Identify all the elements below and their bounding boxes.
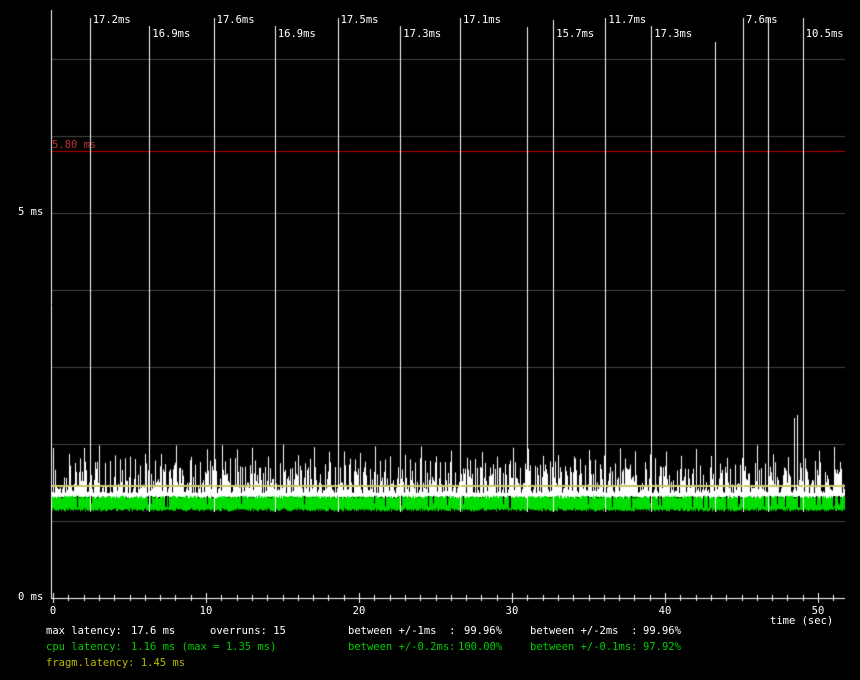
stat-text: fragm.latency: 1.45 ms <box>46 657 185 670</box>
x-tick-label: 20 <box>353 605 366 618</box>
stat-text: 1.16 ms (max = 1.35 ms) <box>131 641 276 654</box>
spike-label: 7.6ms <box>746 14 778 27</box>
y-axis-label-0ms: 0 ms <box>18 591 43 604</box>
spike-label: 10.5ms <box>806 28 844 41</box>
spike-label: 17.2ms <box>93 14 131 27</box>
stat-text: between +/-2ms : <box>530 625 637 638</box>
spike-label: 17.6ms <box>217 14 255 27</box>
stat-text: between +/-1ms : <box>348 625 455 638</box>
latency-test-window: 5 ms 0 ms 5.80 ms time (sec) 17.2ms16.9m… <box>0 0 860 680</box>
spike-label: 17.1ms <box>463 14 501 27</box>
stat-text: 99.96% <box>464 625 502 638</box>
stat-text: 97.92% <box>643 641 681 654</box>
stat-text: 99.96% <box>643 625 681 638</box>
threshold-line-label: 5.80 ms <box>52 139 96 152</box>
spike-label: 17.3ms <box>403 28 441 41</box>
spike-label: 16.9ms <box>278 28 316 41</box>
latency-chart-canvas <box>0 0 860 680</box>
stat-text: max latency: <box>46 625 122 638</box>
stat-text: between +/-0.1ms: <box>530 641 637 654</box>
spike-label: 11.7ms <box>608 14 646 27</box>
x-tick-label: 30 <box>506 605 519 618</box>
x-tick-label: 40 <box>659 605 672 618</box>
stat-text: 17.6 ms <box>131 625 175 638</box>
spike-label: 17.5ms <box>341 14 379 27</box>
stat-text: 100.00% <box>458 641 502 654</box>
x-tick-label: 50 <box>812 605 825 618</box>
x-tick-label: 10 <box>200 605 213 618</box>
stat-text: overruns: 15 <box>210 625 286 638</box>
stat-text: between +/-0.2ms: <box>348 641 455 654</box>
x-tick-label: 0 <box>50 605 56 618</box>
spike-label: 17.3ms <box>654 28 692 41</box>
stat-text: cpu latency: <box>46 641 122 654</box>
spike-label: 16.9ms <box>152 28 190 41</box>
spike-label: 15.7ms <box>556 28 594 41</box>
y-axis-label-5ms: 5 ms <box>18 206 43 219</box>
